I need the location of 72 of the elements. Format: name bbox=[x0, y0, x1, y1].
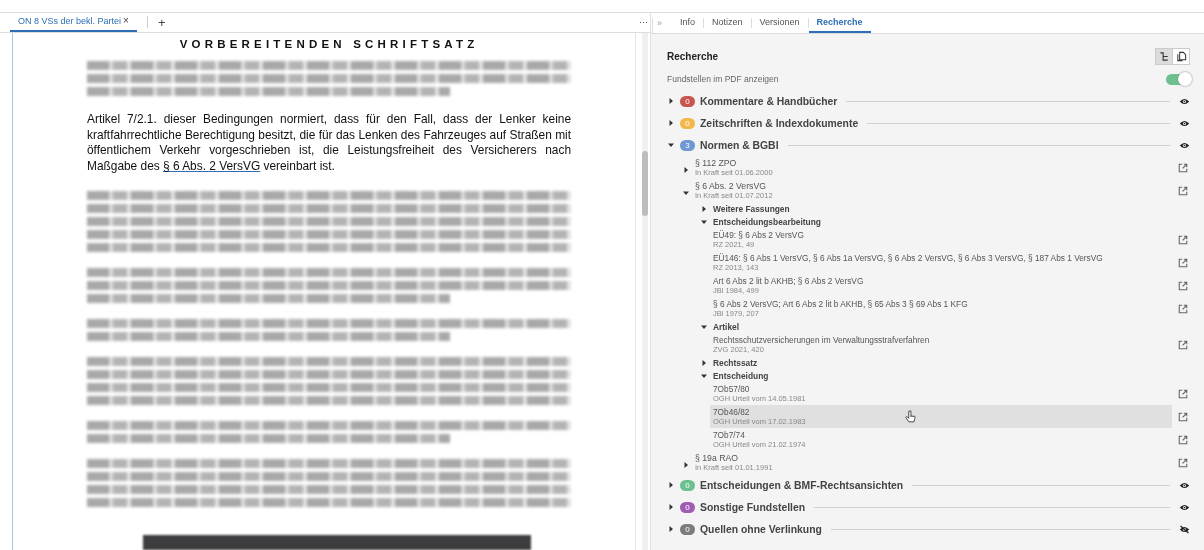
tree-view-button[interactable] bbox=[1156, 48, 1172, 64]
section-header[interactable]: Zeitschriften & Indexdokumente bbox=[700, 117, 859, 129]
external-link-icon[interactable] bbox=[1178, 411, 1188, 422]
external-link-icon[interactable] bbox=[1178, 303, 1188, 314]
reference-title: § 6 Abs 2 VersVG; Art 6 Abs 2 lit b AKHB, § 65 Abs 3 § 69 Abs 1 KFG bbox=[713, 299, 968, 309]
caret-icon[interactable] bbox=[667, 119, 675, 127]
reference-title: EÜ146: § 6 Abs 1 VersVG, § 6 Abs 1a VersVG, § 6 Abs 2 VersVG, § 6 Abs 3 VersVG, § 187 Abs 1 VersVG bbox=[713, 253, 1103, 263]
external-link-icon[interactable] bbox=[1178, 434, 1188, 445]
hand-cursor-icon bbox=[905, 410, 916, 424]
scrollbar-thumb[interactable] bbox=[642, 151, 648, 216]
panel-tab[interactable]: Info bbox=[672, 17, 704, 33]
caret-icon[interactable] bbox=[667, 503, 675, 511]
eye-icon[interactable] bbox=[1179, 118, 1190, 128]
group-header[interactable]: Entscheidungsbearbeitung bbox=[713, 216, 821, 227]
section-header[interactable]: Sonstige Fundstellen bbox=[700, 501, 806, 513]
toggle-switch[interactable] bbox=[1166, 73, 1190, 85]
copy-icon bbox=[1175, 50, 1187, 62]
eye-icon[interactable] bbox=[1179, 502, 1190, 512]
external-link-icon[interactable] bbox=[1178, 162, 1188, 173]
paragraph: Artikel 7/2.1. dieser Bedingungen normiert, dass für den Fall, dass der Lenker keine kraftfahrrechtliche Berechtigung besitzt, die für das Lenken des Fahrzeuges auf Straßen mit öffentlichem Verkehr vorgeschrieben ist, die Leistungsfreiheit des Versicherers nach Maßgabe des § 6 Abs. 2 VersVG vereinbart ist. bbox=[87, 112, 571, 175]
toggle-label: Fundstellen im PDF anzeigen bbox=[667, 74, 779, 84]
group-header[interactable]: Weitere Fassungen bbox=[713, 203, 790, 214]
group-header[interactable]: Artikel bbox=[713, 321, 740, 332]
norm-title[interactable]: § 112 ZPO bbox=[695, 158, 737, 168]
caret-icon[interactable] bbox=[667, 525, 675, 533]
eye-slash-icon[interactable] bbox=[1179, 524, 1190, 534]
eye-icon[interactable] bbox=[1179, 140, 1190, 150]
close-icon[interactable]: × bbox=[123, 15, 129, 26]
count-badge: 3 bbox=[680, 139, 695, 151]
more-button[interactable]: ··· bbox=[639, 17, 652, 33]
section-header[interactable]: Normen & BGBl bbox=[700, 139, 779, 151]
count-badge: 0 bbox=[680, 95, 695, 107]
panel-tab[interactable]: Versionen bbox=[751, 17, 808, 33]
group-header[interactable]: Entscheidung bbox=[713, 370, 769, 381]
external-link-icon[interactable] bbox=[1178, 457, 1188, 468]
reference-title: Art 6 Abs 2 lit b AKHB; § 6 Abs 2 VersVG bbox=[713, 276, 864, 286]
external-link-icon[interactable] bbox=[1178, 280, 1188, 291]
external-link-icon[interactable] bbox=[1178, 185, 1188, 196]
eye-icon[interactable] bbox=[1179, 96, 1190, 106]
caret-icon[interactable] bbox=[667, 481, 675, 489]
reference-title: 7Ob7/74 bbox=[713, 430, 745, 440]
count-badge: 0 bbox=[680, 117, 695, 129]
external-link-icon[interactable] bbox=[1178, 257, 1188, 268]
count-badge: 0 bbox=[680, 501, 695, 513]
external-link-icon[interactable] bbox=[1178, 234, 1188, 245]
norm-title[interactable]: § 6 Abs. 2 VersVG bbox=[695, 181, 766, 191]
section-header[interactable]: Entscheidungen & BMF-Rechtsansichten bbox=[700, 479, 904, 491]
reference-title: 7Ob57/80 bbox=[713, 384, 750, 394]
caret-icon[interactable] bbox=[667, 97, 675, 105]
count-badge: 0 bbox=[680, 479, 695, 491]
caret-icon[interactable] bbox=[682, 165, 690, 174]
eye-icon[interactable] bbox=[1179, 480, 1190, 490]
count-badge: 0 bbox=[680, 523, 695, 535]
reference-title: 7Ob46/82 bbox=[713, 407, 750, 417]
norm-title[interactable]: § 19a RAO bbox=[695, 453, 738, 463]
caret-icon[interactable] bbox=[682, 460, 690, 469]
reference-title: Rechtsschutzversicherungen im Verwaltungsstrafverfahren bbox=[713, 335, 930, 345]
copy-button[interactable] bbox=[1172, 48, 1189, 64]
document-tab[interactable]: ON 8 VSs der bekl. Partei × bbox=[10, 15, 137, 32]
section-header[interactable]: Kommentare & Handbücher bbox=[700, 95, 838, 107]
group-header[interactable]: Rechtssatz bbox=[713, 357, 758, 368]
external-link-icon[interactable] bbox=[1178, 339, 1188, 350]
panel-tab[interactable]: Notizen bbox=[704, 17, 751, 33]
caret-icon[interactable] bbox=[667, 141, 675, 149]
law-link[interactable]: § 6 Abs. 2 VersVG bbox=[163, 159, 261, 174]
panel-title: Recherche bbox=[667, 50, 719, 62]
add-tab-button[interactable]: + bbox=[157, 15, 166, 32]
tree-icon bbox=[1158, 50, 1170, 62]
reference-title: EÜ49: § 6 Abs 2 VersVG bbox=[713, 230, 804, 240]
document-title: VORBEREITENDEN SCHRIFTSATZ bbox=[178, 38, 480, 50]
external-link-icon[interactable] bbox=[1178, 388, 1188, 399]
section-header[interactable]: Quellen ohne Verlinkung bbox=[700, 523, 822, 535]
